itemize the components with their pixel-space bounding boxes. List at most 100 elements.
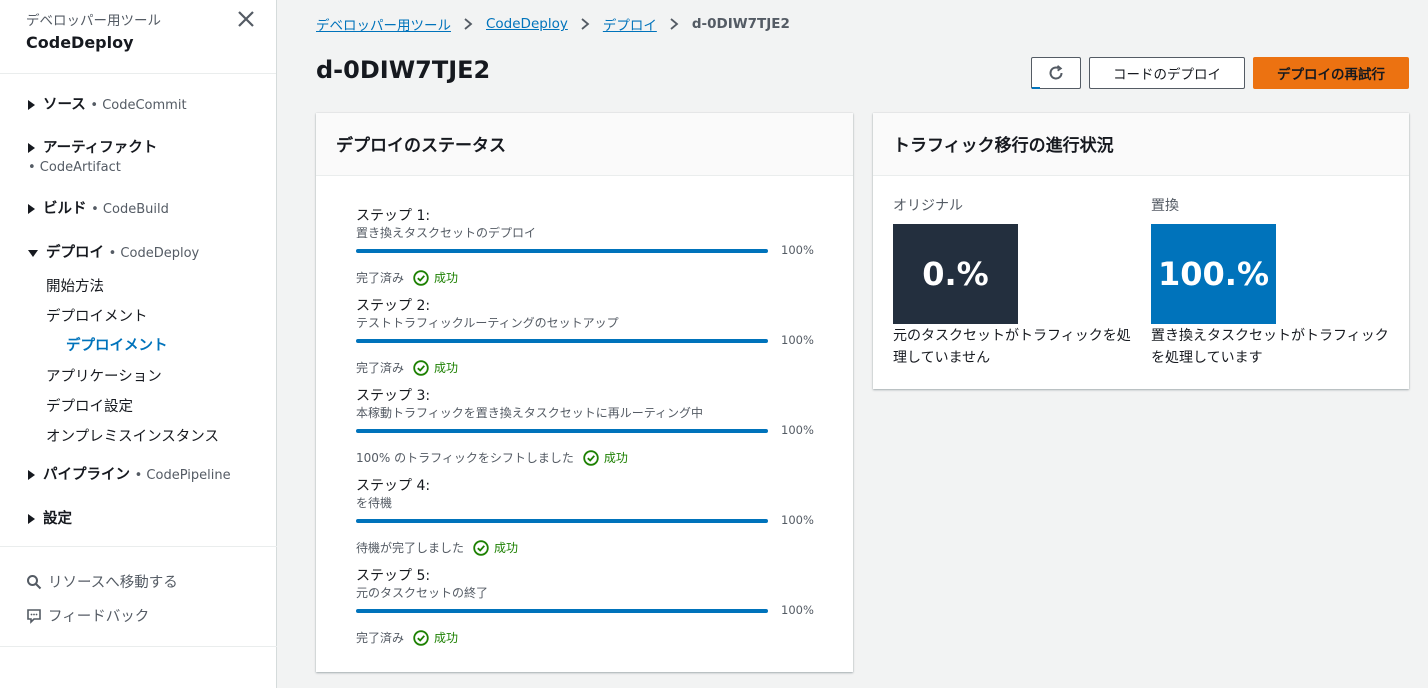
step-title: ステップ 5: (356, 568, 431, 584)
caret-right-icon (28, 514, 35, 524)
step-progress-percent: 100% (781, 243, 814, 257)
traffic-shift-panel: トラフィック移行の進行状況 オリジナル 0.% 元のタスクセットがトラフィックを… (873, 113, 1409, 389)
step-title: ステップ 1: (356, 208, 431, 224)
step-status: 完了済み 成功 (356, 359, 458, 376)
sidebar-group-pipeline[interactable]: パイプライン • CodePipeline (28, 463, 231, 484)
retry-deployment-button[interactable]: デプロイの再試行 (1253, 57, 1409, 89)
sidebar-divider (0, 546, 277, 547)
breadcrumb-current: d-0DIW7TJE2 (691, 16, 790, 32)
step-status-text: 完了済み (356, 361, 405, 375)
chevron-right-icon (464, 18, 473, 30)
panel-title: トラフィック移行の進行状況 (893, 136, 1114, 156)
step-description: 元のタスクセットの終了 (356, 586, 489, 600)
breadcrumb-deploy[interactable]: デプロイ (603, 14, 657, 34)
sidebar-divider (0, 646, 277, 647)
sidebar-item-getting-started[interactable]: 開始方法 (46, 275, 104, 296)
search-icon (27, 574, 42, 589)
deployment-status-panel: デプロイのステータス ステップ 1: 置き換えタスクセットのデプロイ 100% 完了済… (316, 113, 853, 672)
step-progress-percent: 100% (781, 423, 814, 437)
step-progress-bar (356, 519, 768, 523)
step-status: 完了済み 成功 (356, 629, 458, 646)
group-service: • CodePipeline (134, 468, 231, 483)
chevron-right-icon (581, 18, 590, 30)
step-progress-fill (356, 609, 768, 613)
traffic-original-desc: 元のタスクセットがトラフィックを処理していません (893, 328, 1131, 366)
caret-right-icon (28, 470, 35, 480)
sidebar-group-artifact[interactable]: アーティファクト (28, 136, 157, 157)
group-service: • CodeCommit (90, 98, 187, 113)
step-progress-bar (356, 249, 768, 253)
panel-header: トラフィック移行の進行状況 (873, 113, 1409, 176)
step-status: 100% のトラフィックをシフトしました 成功 (356, 449, 628, 466)
success-icon (583, 449, 599, 466)
step-progress-percent: 100% (781, 333, 814, 347)
success-icon (413, 359, 429, 376)
step-description: 置き換えタスクセットのデプロイ (356, 226, 537, 240)
sidebar-item-deployments-active[interactable]: デプロイメント (66, 334, 168, 355)
step-result: 成功 (494, 541, 519, 555)
page-title: d-0DIW7TJE2 (316, 56, 491, 84)
group-label: 設定 (43, 511, 72, 527)
caret-right-icon (28, 100, 35, 110)
step-description: 本稼動トラフィックを置き換えタスクセットに再ルーティング中 (356, 406, 704, 420)
chevron-right-icon (670, 18, 679, 30)
sidebar-item-applications[interactable]: アプリケーション (46, 365, 162, 386)
sidebar-group-deploy[interactable]: デプロイ • CodeDeploy (28, 241, 199, 262)
caret-down-icon (28, 249, 38, 257)
breadcrumb: デベロッパー用ツール CodeDeploy デプロイ d-0DIW7TJE2 (316, 14, 790, 34)
step-status-text: 待機が完了しました (356, 541, 465, 555)
sidebar-item-deployments[interactable]: デプロイメント (46, 305, 148, 326)
step-title: ステップ 2: (356, 298, 431, 314)
sidebar-title[interactable]: CodeDeploy (26, 33, 134, 52)
feedback-label: フィードバック (48, 609, 150, 625)
step-status-text: 100% のトラフィックをシフトしました (356, 451, 574, 465)
feedback-link[interactable]: フィードバック (26, 605, 149, 626)
step-progress-bar (356, 429, 768, 433)
step-status-text: 完了済み (356, 271, 405, 285)
step-progress-bar (356, 609, 768, 613)
traffic-original-value: 0.% (893, 224, 1018, 324)
step-progress-fill (356, 339, 768, 343)
breadcrumb-codedeploy[interactable]: CodeDeploy (486, 16, 568, 32)
step-title: ステップ 4: (356, 478, 431, 494)
sidebar-item-on-premises[interactable]: オンプレミスインスタンス (46, 425, 219, 446)
group-label: ビルド (43, 201, 87, 217)
sidebar-item-deploy-config[interactable]: デプロイ設定 (46, 395, 133, 416)
step-status-text: 完了済み (356, 631, 405, 645)
breadcrumb-dev-tools[interactable]: デベロッパー用ツール (316, 14, 451, 34)
step-description: テストトラフィックルーティングのセットアップ (356, 316, 619, 330)
success-icon (413, 269, 429, 286)
group-service: • CodeArtifact (28, 160, 121, 175)
traffic-original-label: オリジナル (893, 198, 963, 214)
caret-right-icon (28, 143, 35, 153)
traffic-replacement-value: 100.% (1151, 224, 1276, 324)
traffic-replacement-label: 置換 (1151, 198, 1179, 214)
step-progress-percent: 100% (781, 513, 814, 527)
traffic-replacement-desc: 置き換えタスクセットがトラフィックを処理しています (1151, 328, 1389, 366)
sidebar: デベロッパー用ツール CodeDeploy ソース • CodeCommit ア… (0, 0, 277, 688)
goto-resource-link[interactable]: リソースへ移動する (26, 571, 178, 592)
group-label: アーティファクト (43, 140, 158, 156)
group-label: ソース (43, 97, 86, 113)
caret-right-icon (28, 204, 35, 214)
group-service: • CodeBuild (91, 202, 169, 217)
sidebar-group-source[interactable]: ソース • CodeCommit (28, 93, 187, 114)
sidebar-group-settings[interactable]: 設定 (28, 507, 72, 528)
step-progress-fill (356, 519, 768, 523)
deploy-code-button[interactable]: コードのデプロイ (1089, 57, 1245, 89)
step-progress-fill (356, 249, 768, 253)
group-label: パイプライン (43, 467, 130, 483)
step-status: 完了済み 成功 (356, 269, 458, 286)
success-icon (413, 629, 429, 646)
step-result: 成功 (434, 271, 459, 285)
sidebar-group-build[interactable]: ビルド • CodeBuild (28, 197, 169, 218)
group-label: デプロイ (46, 245, 104, 261)
step-status: 待機が完了しました 成功 (356, 539, 518, 556)
close-icon[interactable] (234, 7, 258, 31)
refresh-button[interactable] (1031, 57, 1081, 89)
success-icon (473, 539, 489, 556)
step-progress-percent: 100% (781, 603, 814, 617)
group-service: • CodeDeploy (108, 246, 200, 261)
step-result: 成功 (603, 451, 628, 465)
feedback-icon (27, 608, 41, 624)
